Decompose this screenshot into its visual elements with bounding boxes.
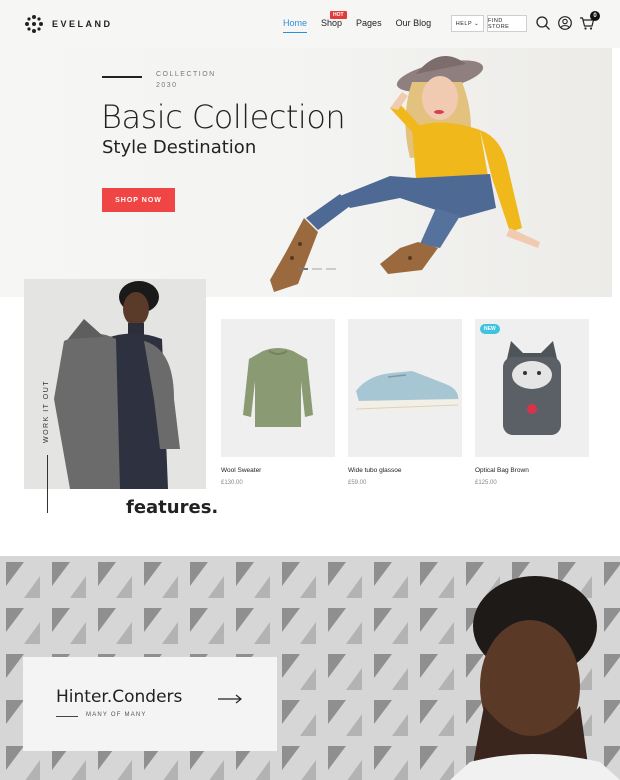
sweater-image (243, 348, 313, 427)
product-card-optical-bag-brown[interactable] (475, 319, 589, 457)
product-price: £125.00 (475, 480, 497, 486)
nav-our-blog[interactable]: Our Blog (396, 18, 432, 28)
new-badge: NEW (480, 324, 500, 334)
nav-home[interactable]: Home (283, 18, 308, 33)
brand-name: EVELAND (52, 19, 113, 29)
product-name[interactable]: Wide tubo glassoe (348, 467, 401, 474)
nav-pages[interactable]: Pages (356, 18, 382, 28)
hero-line-decoration (102, 76, 142, 78)
testimonial-name: Hinter.Conders (56, 687, 183, 707)
work-it-out-label: WORK IT OUT (43, 379, 50, 443)
collection-label-line2: 2030 (156, 82, 178, 89)
main-nav: Home Shop Pages Our Blog (283, 18, 432, 33)
product-card-wool-sweater[interactable] (221, 319, 335, 457)
search-icon[interactable] (535, 15, 551, 31)
hero-banner (0, 48, 612, 297)
vertical-line-decoration (47, 455, 48, 513)
slider-dot[interactable] (312, 268, 322, 270)
product-price: £59.00 (348, 480, 367, 486)
features-heading: features. (126, 497, 219, 518)
slider-dot[interactable] (326, 268, 336, 270)
shop-now-button[interactable]: SHOP NOW (102, 188, 175, 212)
product-name[interactable]: Wool Sweater (221, 467, 261, 474)
snowflake-logo-icon (25, 15, 43, 33)
product-card-wide-tubo-glassoe[interactable] (348, 319, 462, 457)
arrow-right-icon[interactable] (218, 694, 242, 704)
nav-shop[interactable]: Shop (321, 18, 342, 28)
find-store-button[interactable]: FIND STORE (487, 15, 527, 32)
hero-subtitle: Style Destination (102, 137, 257, 158)
brand-logo[interactable]: EVELAND (24, 14, 113, 34)
hero-title: Basic Collection (101, 98, 346, 136)
product-price: £130.00 (221, 480, 243, 486)
help-dropdown[interactable]: HELP ⌄ (451, 15, 484, 32)
collection-label-line1: COLLECTION (156, 71, 216, 78)
backpack-image (503, 341, 561, 435)
testimonial-subtitle: MANY OF MANY (86, 712, 147, 718)
hot-badge: HOT (330, 11, 347, 19)
slider-pagination (298, 268, 336, 270)
feature-model-image (24, 279, 206, 489)
sneaker-image (355, 371, 459, 412)
product-name[interactable]: Optical Bag Brown (475, 467, 529, 474)
user-icon[interactable] (557, 15, 573, 31)
cart-count-badge: 0 (590, 11, 600, 21)
hero-collection-label: COLLECTION 2030 (156, 69, 216, 91)
slider-dot[interactable] (298, 268, 308, 270)
testimonial-line-decoration (56, 716, 78, 717)
hero-model-image (270, 56, 540, 292)
woman-in-coat-image (24, 279, 206, 489)
